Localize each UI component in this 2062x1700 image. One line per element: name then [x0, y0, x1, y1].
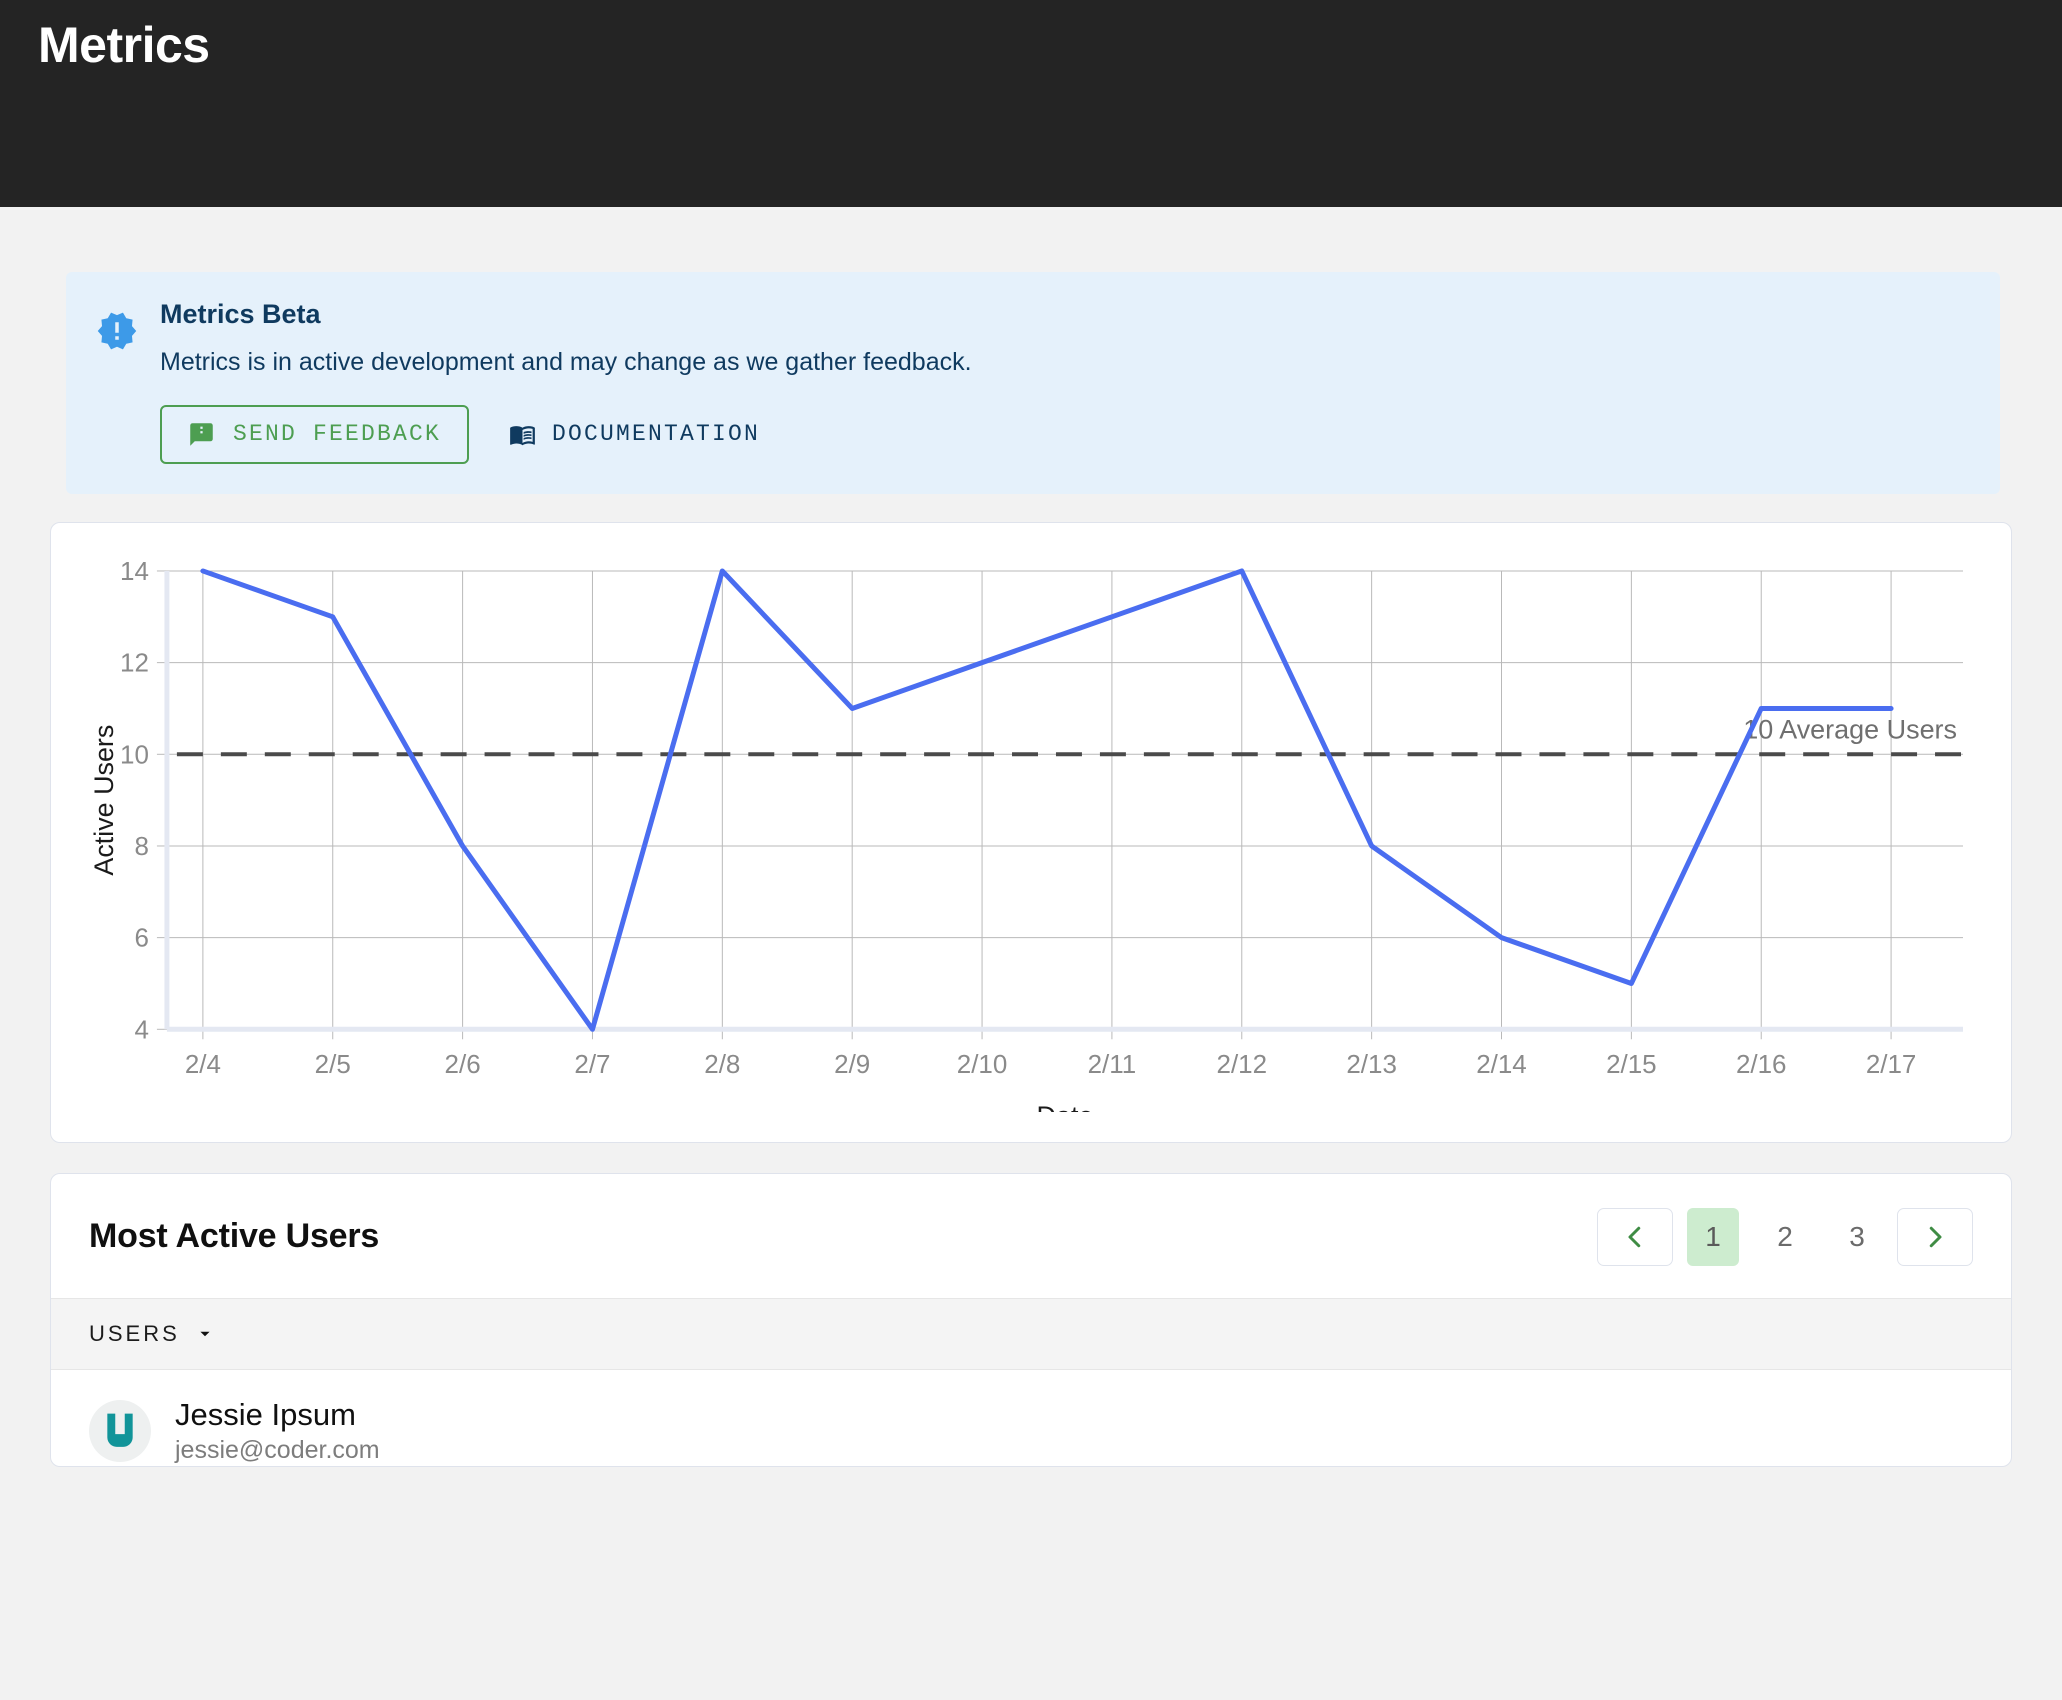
y-tick-label: 6 — [134, 925, 148, 953]
page-title: Metrics — [38, 17, 210, 73]
book-icon — [509, 421, 536, 448]
x-tick-label: 2/12 — [1217, 1051, 1268, 1079]
app-header: Metrics — [0, 0, 2062, 207]
y-tick-label: 4 — [134, 1016, 148, 1044]
new-releases-icon — [96, 310, 138, 352]
x-tick-label: 2/7 — [574, 1051, 610, 1079]
x-tick-label: 2/15 — [1606, 1051, 1657, 1079]
users-column-header[interactable]: USERS — [51, 1297, 2011, 1370]
x-tick-label: 2/13 — [1346, 1051, 1397, 1079]
users-column-label: USERS — [89, 1320, 180, 1346]
user-email: jessie@coder.com — [175, 1435, 380, 1464]
page-body: Metrics Beta Metrics is in active develo… — [0, 272, 2062, 1467]
x-tick-label: 2/17 — [1866, 1051, 1917, 1079]
banner-actions: SEND FEEDBACK DOCUMENTATION — [160, 404, 1970, 464]
most-active-users-card: Most Active Users 1 2 3 USERS Jessie Ips… — [50, 1172, 2012, 1467]
user-name: Jessie Ipsum — [175, 1396, 356, 1432]
pagination-prev-button[interactable] — [1597, 1207, 1673, 1266]
chevron-left-icon — [1620, 1222, 1650, 1252]
users-card-header: Most Active Users 1 2 3 — [51, 1174, 2011, 1298]
send-feedback-label: SEND FEEDBACK — [233, 421, 442, 448]
x-tick-label: 2/8 — [704, 1051, 740, 1079]
x-tick-label: 2/6 — [445, 1051, 481, 1079]
documentation-link[interactable]: DOCUMENTATION — [509, 421, 760, 448]
user-info: Jessie Ipsum jessie@coder.com — [175, 1396, 380, 1466]
most-active-users-title: Most Active Users — [89, 1217, 380, 1256]
pagination-next-button[interactable] — [1897, 1207, 1973, 1266]
documentation-label: DOCUMENTATION — [552, 421, 761, 448]
pagination-page-2[interactable]: 2 — [1759, 1208, 1811, 1266]
average-reference-label: 10 Average Users — [1743, 714, 1957, 744]
y-tick-label: 14 — [120, 561, 149, 586]
chevron-right-icon — [1920, 1222, 1950, 1252]
feedback-icon — [188, 421, 215, 448]
active-users-line-chart: 4 6 8 10 12 14 2/4 2/5 2/6 2/7 2/8 2/9 2/10 2/11 2/12 2… — [89, 561, 1964, 1112]
chevron-down-icon — [194, 1323, 216, 1345]
banner-content: Metrics Beta Metrics is in active develo… — [160, 298, 1970, 464]
pagination-page-3[interactable]: 3 — [1831, 1208, 1883, 1266]
pagination-page-1[interactable]: 1 — [1687, 1207, 1739, 1266]
metrics-beta-banner: Metrics Beta Metrics is in active develo… — [66, 272, 2000, 494]
x-tick-label: 2/5 — [315, 1051, 351, 1079]
coder-logo-icon — [107, 1413, 133, 1447]
y-tick-label: 10 — [120, 741, 149, 769]
avatar — [89, 1399, 151, 1462]
pagination: 1 2 3 — [1597, 1207, 1973, 1266]
series-line-active-users — [200, 568, 1894, 1032]
table-row[interactable]: Jessie Ipsum jessie@coder.com — [51, 1370, 2011, 1466]
y-axis-title: Active Users — [89, 725, 119, 876]
x-tick-label: 2/9 — [834, 1051, 870, 1079]
banner-title: Metrics Beta — [160, 299, 321, 329]
x-tick-label: 2/14 — [1476, 1051, 1527, 1079]
banner-description: Metrics is in active development and may… — [160, 348, 972, 377]
y-tick-label: 12 — [120, 650, 149, 678]
x-tick-label: 2/11 — [1088, 1051, 1137, 1079]
send-feedback-button[interactable]: SEND FEEDBACK — [160, 404, 470, 464]
x-tick-label: 2/4 — [185, 1051, 221, 1079]
chart-container: 4 6 8 10 12 14 2/4 2/5 2/6 2/7 2/8 2/9 2/10 2/11 2/12 2… — [87, 561, 1975, 1112]
x-tick-label: 2/16 — [1736, 1051, 1787, 1079]
x-axis-title: Date — [1036, 1101, 1093, 1112]
daily-active-users-chart-card: 4 6 8 10 12 14 2/4 2/5 2/6 2/7 2/8 2/9 2/10 2/11 2/12 2… — [50, 521, 2012, 1143]
x-tick-label: 2/10 — [957, 1051, 1008, 1079]
y-tick-label: 8 — [134, 833, 148, 861]
